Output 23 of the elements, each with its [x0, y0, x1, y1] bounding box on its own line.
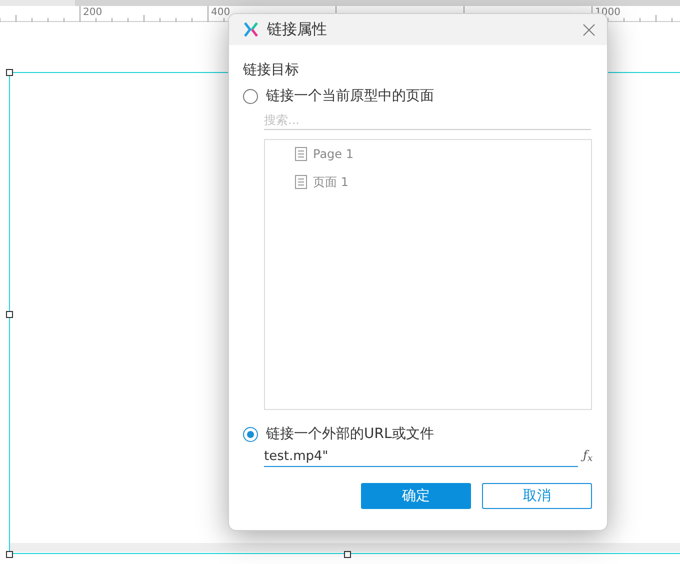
- url-field[interactable]: test.mp4": [264, 447, 578, 467]
- logo-icon: [244, 22, 258, 37]
- confirm-button[interactable]: 确定: [361, 483, 471, 509]
- function-icon[interactable]: ƒ$_{x}$: [583, 446, 593, 464]
- page-item[interactable]: Page 1: [295, 146, 591, 162]
- dialog-title: 链接属性: [267, 19, 327, 40]
- section-label: 链接目标: [243, 61, 300, 79]
- radio-label: 链接一个外部的URL或文件: [266, 425, 434, 443]
- page-icon: [295, 147, 307, 161]
- radio-label: 链接一个当前原型中的页面: [266, 87, 434, 105]
- ruler-label: 200: [83, 7, 102, 19]
- radio-button[interactable]: [243, 426, 258, 442]
- resize-handle[interactable]: [6, 311, 13, 318]
- resize-handle[interactable]: [6, 69, 13, 76]
- close-icon: [583, 24, 595, 36]
- page-item[interactable]: 页面 1: [295, 174, 591, 190]
- resize-handle[interactable]: [344, 551, 351, 558]
- ruler-label: 400: [211, 7, 230, 19]
- radio-button[interactable]: [243, 88, 258, 104]
- search-field[interactable]: 搜索...: [264, 111, 591, 130]
- cancel-button[interactable]: 取消: [482, 483, 592, 509]
- page-icon: [295, 175, 307, 189]
- resize-handle[interactable]: [6, 551, 13, 558]
